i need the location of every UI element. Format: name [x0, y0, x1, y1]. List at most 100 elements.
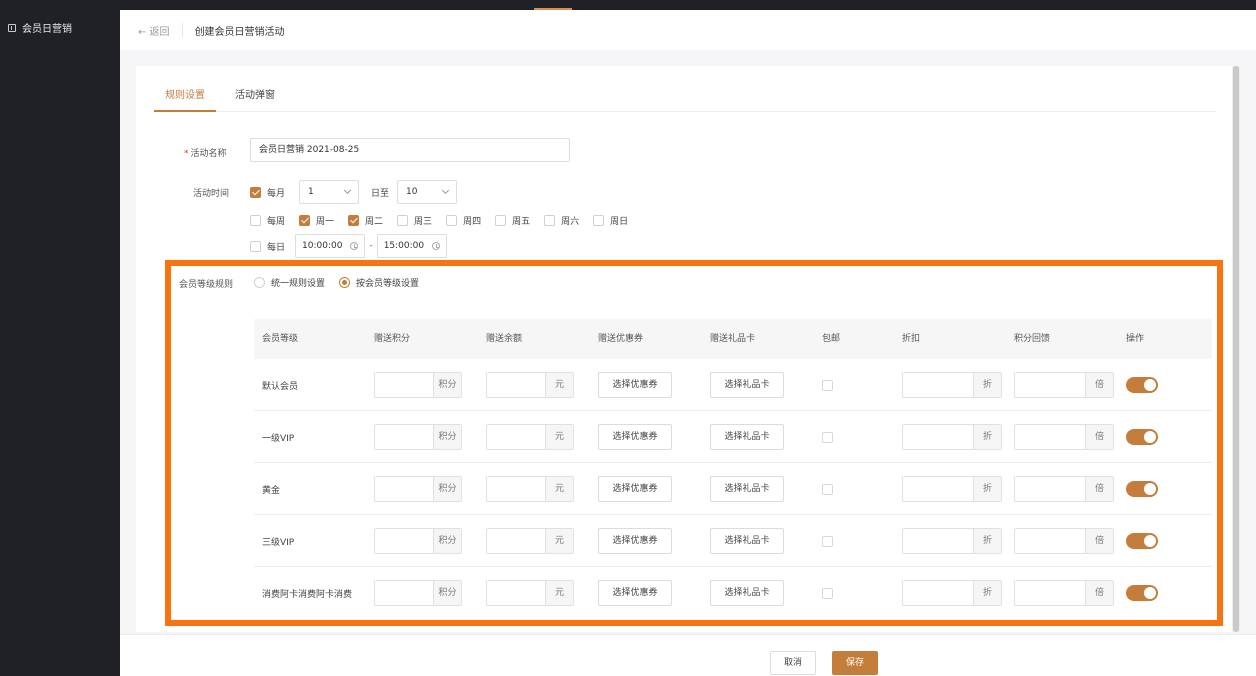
points-field[interactable]	[375, 477, 433, 501]
points-return-field[interactable]	[1015, 529, 1085, 553]
start-time-picker[interactable]: 10:00:00	[295, 234, 366, 258]
balance-field[interactable]	[487, 373, 545, 397]
daily-option[interactable]: 每日	[250, 240, 285, 253]
discount-field[interactable]	[903, 477, 973, 501]
points-field[interactable]	[375, 373, 433, 397]
radio-unified-rule[interactable]: 统一规则设置	[254, 276, 325, 289]
radio-button[interactable]	[254, 276, 265, 288]
free-shipping-checkbox[interactable]	[822, 379, 833, 391]
weekday-checkbox[interactable]	[299, 214, 311, 226]
free-shipping-checkbox[interactable]	[822, 587, 833, 599]
free-shipping-checkbox[interactable]	[822, 483, 833, 495]
cancel-button[interactable]: 取消	[770, 651, 816, 675]
weekday-checkbox[interactable]	[348, 214, 360, 226]
enable-toggle[interactable]	[1126, 585, 1158, 601]
back-link[interactable]: ← 返回	[138, 23, 170, 38]
balance-input[interactable]: 元	[486, 528, 574, 554]
weekday-checkbox[interactable]	[544, 214, 556, 226]
discount-input[interactable]: 折	[902, 580, 1002, 606]
points-input[interactable]: 积分	[374, 580, 462, 606]
weekday-checkbox[interactable]	[593, 214, 605, 226]
discount-field[interactable]	[903, 373, 973, 397]
points-return-input[interactable]: 倍	[1014, 424, 1114, 450]
balance-input[interactable]: 元	[486, 580, 574, 606]
weekday-tue[interactable]: 周二	[348, 214, 383, 227]
activity-name-input[interactable]: 会员日营销 2021-08-25	[250, 138, 570, 162]
daily-checkbox[interactable]	[250, 240, 261, 252]
points-return-input[interactable]: 倍	[1014, 528, 1114, 554]
points-return-field[interactable]	[1015, 373, 1085, 397]
tab-activity-popup[interactable]: 活动弹窗	[224, 86, 286, 112]
discount-field[interactable]	[903, 425, 973, 449]
enable-toggle[interactable]	[1126, 377, 1158, 393]
discount-field[interactable]	[903, 581, 973, 605]
points-field[interactable]	[375, 581, 433, 605]
discount-input[interactable]: 折	[902, 476, 1002, 502]
select-giftcard-button[interactable]: 选择礼品卡	[710, 476, 784, 502]
radio-by-level-rule[interactable]: 按会员等级设置	[339, 276, 419, 289]
radio-button[interactable]	[339, 276, 351, 288]
weekday-mon[interactable]: 周一	[299, 214, 334, 227]
points-return-input[interactable]: 倍	[1014, 476, 1114, 502]
points-input[interactable]: 积分	[374, 424, 462, 450]
select-coupon-button[interactable]: 选择优惠券	[598, 528, 672, 554]
month-end-select[interactable]: 10	[397, 180, 458, 204]
points-return-field[interactable]	[1015, 581, 1085, 605]
weekday-checkbox[interactable]	[397, 214, 409, 226]
weekday-sat[interactable]: 周六	[544, 214, 579, 227]
discount-input[interactable]: 折	[902, 424, 1002, 450]
points-input[interactable]: 积分	[374, 476, 462, 502]
discount-input[interactable]: 折	[902, 528, 1002, 554]
weekday-thu[interactable]: 周四	[446, 214, 481, 227]
select-giftcard-button[interactable]: 选择礼品卡	[710, 372, 784, 398]
weekday-wed[interactable]: 周三	[397, 214, 432, 227]
balance-field[interactable]	[487, 425, 545, 449]
balance-input[interactable]: 元	[486, 476, 574, 502]
enable-toggle[interactable]	[1126, 533, 1158, 549]
free-shipping-checkbox[interactable]	[822, 535, 833, 547]
weekly-row: 每周 周一 周二 周三 周四 周五 周六 周日	[250, 208, 642, 232]
scrollbar[interactable]	[1232, 66, 1240, 632]
balance-input[interactable]: 元	[486, 372, 574, 398]
enable-toggle[interactable]	[1126, 429, 1158, 445]
points-return-input[interactable]: 倍	[1014, 372, 1114, 398]
weekly-checkbox[interactable]	[250, 214, 261, 226]
discount-field[interactable]	[903, 529, 973, 553]
select-giftcard-button[interactable]: 选择礼品卡	[710, 424, 784, 450]
month-start-select[interactable]: 1	[299, 180, 360, 204]
points-return-field[interactable]	[1015, 477, 1085, 501]
points-return-field[interactable]	[1015, 425, 1085, 449]
balance-field[interactable]	[487, 477, 545, 501]
discount-input[interactable]: 折	[902, 372, 1002, 398]
free-shipping-checkbox[interactable]	[822, 431, 833, 443]
monthly-checkbox[interactable]	[250, 186, 261, 198]
weekday-checkbox[interactable]	[495, 214, 507, 226]
level-table: 会员等级 赠送积分 赠送余额 赠送优惠券 赠送礼品卡 包邮 折扣 积分回馈 操作…	[254, 319, 1212, 619]
balance-field[interactable]	[487, 529, 545, 553]
tab-rule-settings[interactable]: 规则设置	[154, 86, 216, 112]
select-coupon-button[interactable]: 选择优惠券	[598, 424, 672, 450]
weekday-sun[interactable]: 周日	[593, 214, 628, 227]
scrollbar-thumb[interactable]	[1233, 66, 1239, 632]
weekly-option[interactable]: 每周	[250, 214, 285, 227]
sidebar-item-member-day[interactable]: 会员日营销	[8, 20, 72, 35]
select-giftcard-button[interactable]: 选择礼品卡	[710, 580, 784, 606]
points-return-input[interactable]: 倍	[1014, 580, 1114, 606]
balance-input[interactable]: 元	[486, 424, 574, 450]
end-time-picker[interactable]: 15:00:00	[376, 234, 448, 258]
weekday-fri[interactable]: 周五	[495, 214, 530, 227]
weekday-checkbox[interactable]	[446, 214, 458, 226]
points-field[interactable]	[375, 425, 433, 449]
monthly-option[interactable]: 每月	[250, 186, 285, 199]
select-giftcard-button[interactable]: 选择礼品卡	[710, 528, 784, 554]
select-coupon-button[interactable]: 选择优惠券	[598, 372, 672, 398]
select-coupon-button[interactable]: 选择优惠券	[598, 580, 672, 606]
save-button[interactable]: 保存	[832, 651, 878, 675]
month-start-value: 1	[308, 187, 314, 197]
balance-field[interactable]	[487, 581, 545, 605]
points-input[interactable]: 积分	[374, 528, 462, 554]
enable-toggle[interactable]	[1126, 481, 1158, 497]
points-field[interactable]	[375, 529, 433, 553]
select-coupon-button[interactable]: 选择优惠券	[598, 476, 672, 502]
points-input[interactable]: 积分	[374, 372, 462, 398]
